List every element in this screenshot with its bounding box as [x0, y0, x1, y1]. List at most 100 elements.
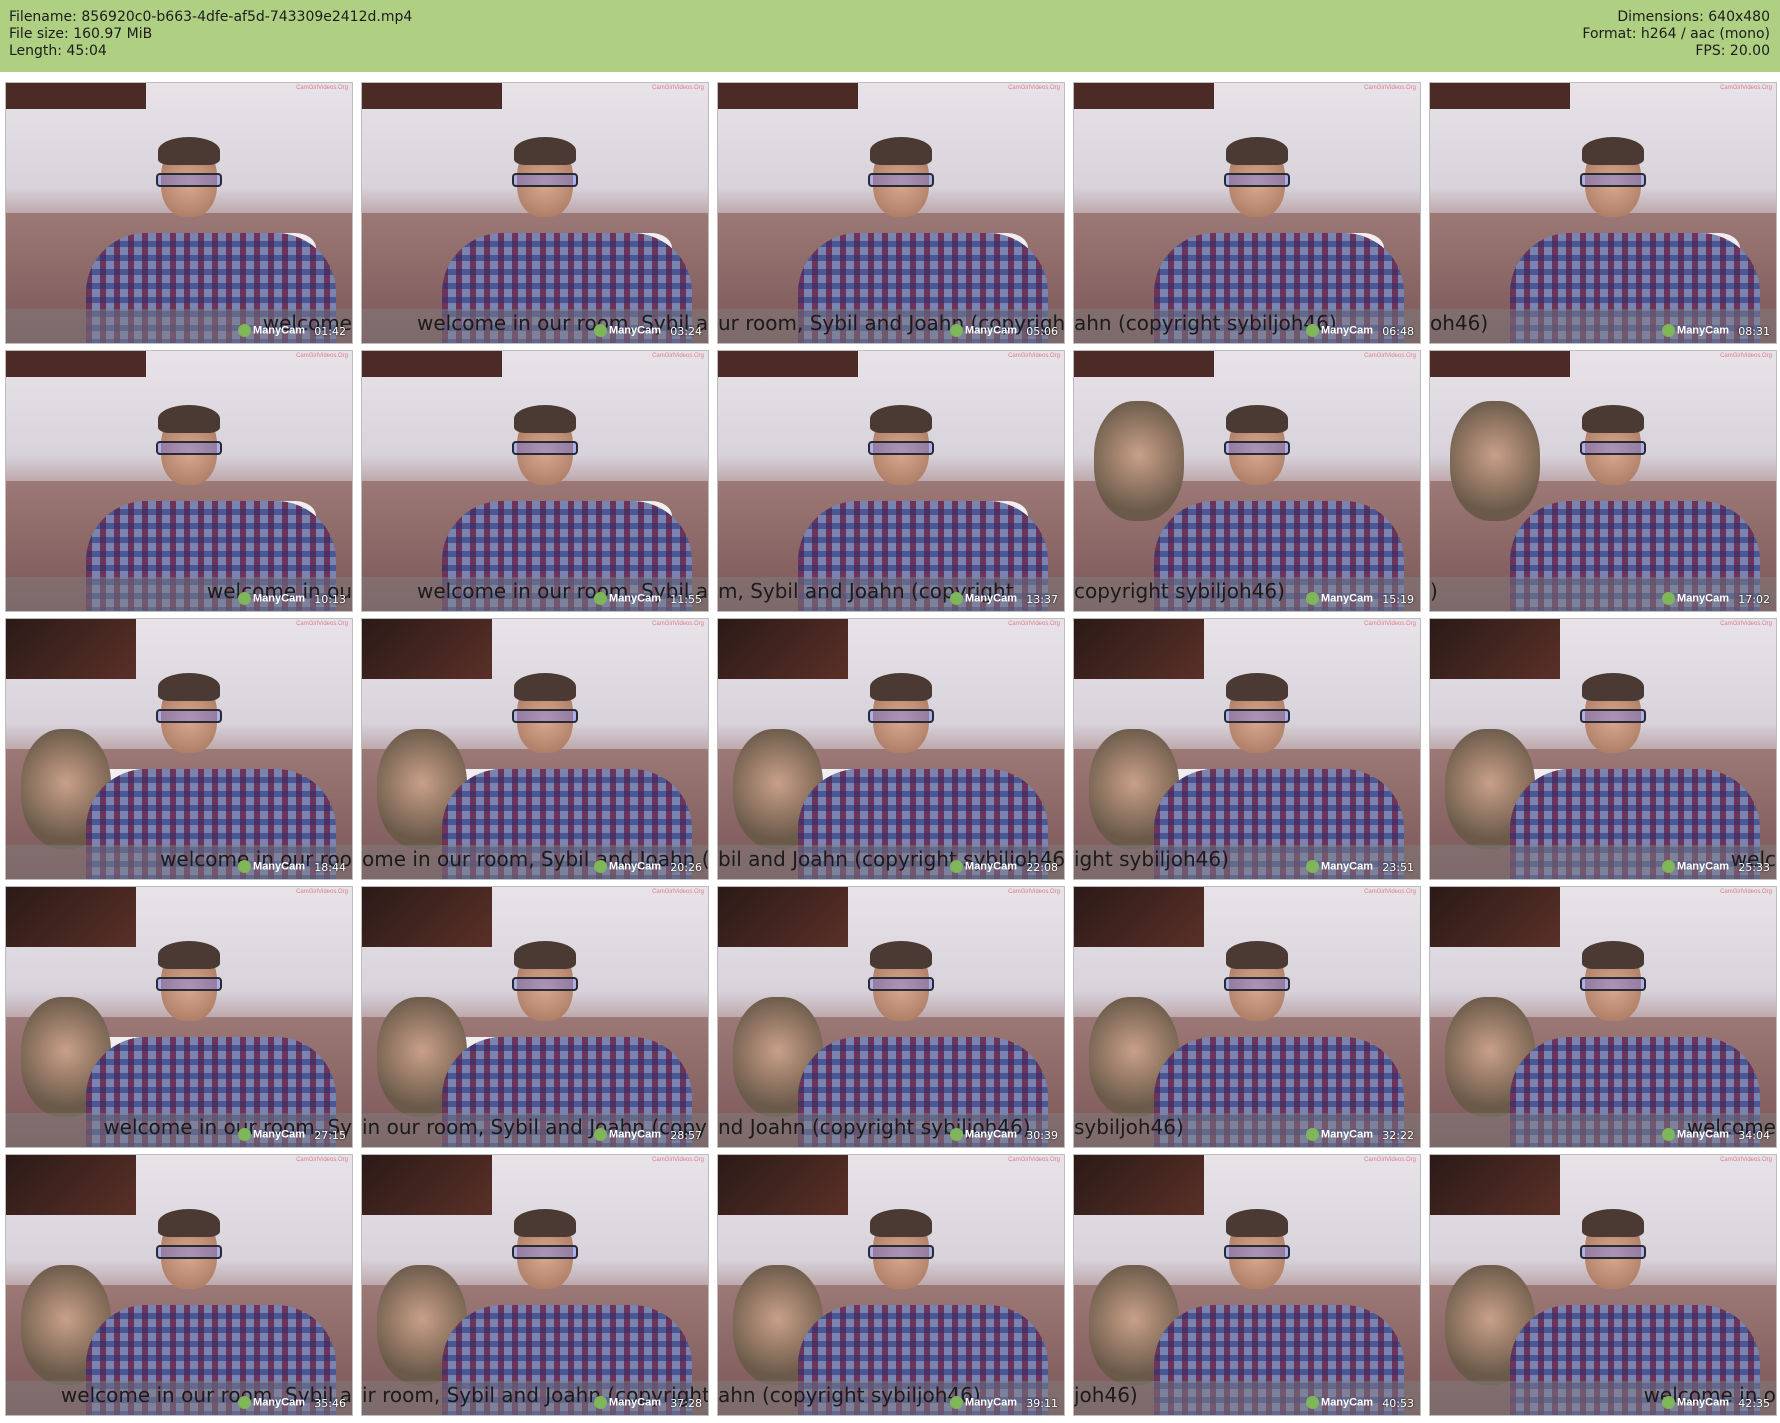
video-thumbnail[interactable]: CamGirlVideos.Org welcome ManyCam 34:04 [1429, 886, 1777, 1148]
wall-painting [6, 83, 146, 109]
dimensions-value: 640x480 [1708, 9, 1770, 25]
globe-icon [950, 1396, 964, 1409]
video-thumbnail[interactable]: CamGirlVideos.Org welcome in our room, Sy… [361, 82, 709, 344]
site-watermark: CamGirlVideos.Org [1008, 353, 1060, 359]
fps-row: FPS: 20.00 [1582, 43, 1770, 60]
hair [1226, 1209, 1288, 1237]
length-value: 45:04 [66, 43, 107, 59]
wall-painting [1074, 83, 1214, 109]
man-figure [848, 1209, 948, 1325]
video-thumbnail[interactable]: CamGirlVideos.Org) ManyCam 17:02 [1429, 350, 1777, 612]
globe-icon [1662, 1396, 1676, 1409]
glasses [868, 709, 934, 723]
manycam-logo: ManyCam [1306, 860, 1373, 873]
wall-painting [1430, 887, 1560, 947]
scrolling-caption-text: welcome in our room, Sybil a [417, 311, 709, 335]
fps-label: FPS: [1695, 43, 1726, 59]
globe-icon [1306, 324, 1320, 337]
video-thumbnail[interactable]: CamGirlVideos.Org welcome in o ManyCam 42:3… [1429, 1154, 1777, 1416]
site-watermark: CamGirlVideos.Org [652, 353, 704, 359]
manycam-logo: ManyCam [1306, 1128, 1373, 1141]
glasses [156, 441, 222, 455]
video-thumbnail[interactable]: CamGirlVideos.Org welc ManyCam 25:33 [1429, 618, 1777, 880]
site-watermark: CamGirlVideos.Org [1364, 621, 1416, 627]
man-figure [1560, 673, 1660, 789]
scrolling-caption-text: oh46) [1430, 311, 1489, 335]
site-watermark: CamGirlVideos.Org [652, 621, 704, 627]
timestamp: 34:04 [1738, 1129, 1770, 1142]
video-thumbnail[interactable]: CamGirlVideos.Org copyright sybiljoh46) Ma… [1073, 350, 1421, 612]
video-thumbnail[interactable]: CamGirlVideos.Org ir room, Sybil and Joah… [361, 1154, 709, 1416]
scrolling-caption-text: ) [1430, 579, 1438, 603]
wall-painting [1074, 351, 1214, 377]
manycam-logo: ManyCam [1662, 860, 1729, 873]
hair [870, 673, 932, 701]
timestamp: 27:15 [314, 1129, 346, 1142]
timestamp: 37:28 [670, 1397, 702, 1410]
site-watermark: CamGirlVideos.Org [1720, 85, 1772, 91]
filesize-value: 160.97 MiB [73, 26, 153, 42]
video-thumbnail[interactable]: CamGirlVideos.Org m, Sybil and Joahn (cop… [717, 350, 1065, 612]
scrolling-caption-text: ight sybiljoh46) [1074, 847, 1229, 871]
video-thumbnail[interactable]: CamGirlVideos.Org welcome in our room, Sy… [361, 350, 709, 612]
video-thumbnail[interactable]: CamGirlVideos.Org nd Joahn (copyright syb… [717, 886, 1065, 1148]
man-figure [492, 137, 592, 253]
video-thumbnail[interactable]: CamGirlVideos.Org sybiljoh46) ManyCam 32:22 [1073, 886, 1421, 1148]
glasses [156, 977, 222, 991]
timestamp: 06:48 [1382, 325, 1414, 338]
glasses [156, 173, 222, 187]
globe-icon [238, 860, 252, 873]
man-figure [1204, 137, 1304, 253]
man-figure [848, 673, 948, 789]
hair [158, 1209, 220, 1237]
video-thumbnail[interactable]: CamGirlVideos.Org ahn (copyright sybiljoh… [1073, 82, 1421, 344]
timestamp: 42:35 [1738, 1397, 1770, 1410]
hair [514, 941, 576, 969]
filename-value: 856920c0-b663-4dfe-af5d-743309e2412d.mp4 [81, 9, 413, 25]
hair [158, 673, 220, 701]
man-figure [136, 673, 236, 789]
timestamp: 08:31 [1738, 325, 1770, 338]
wall-painting [362, 619, 492, 679]
timestamp: 18:44 [314, 861, 346, 874]
dimensions-label: Dimensions: [1617, 9, 1704, 25]
manycam-logo: ManyCam [1306, 592, 1373, 605]
video-thumbnail[interactable]: CamGirlVideos.Org ur room, Sybil and Joah… [717, 82, 1065, 344]
hair [514, 405, 576, 433]
video-thumbnail[interactable]: CamGirlVideos.Org ight sybiljoh46) ManyCam… [1073, 618, 1421, 880]
woman-figure [1450, 401, 1540, 521]
video-thumbnail[interactable]: CamGirlVideos.Org in our room, Sybil and … [361, 886, 709, 1148]
globe-icon [238, 1396, 252, 1409]
man-figure [848, 137, 948, 253]
globe-icon [238, 324, 252, 337]
man-figure [492, 941, 592, 1057]
glasses [156, 709, 222, 723]
video-thumbnail[interactable]: CamGirlVideos.Org welcome in our roo ManyC… [5, 618, 353, 880]
scrolling-caption-text: welcome in our room, Sybil a [60, 1383, 352, 1407]
globe-icon [1306, 592, 1320, 605]
video-thumbnail[interactable]: CamGirlVideos.Org welcome ManyCam 01:42 [5, 82, 353, 344]
site-watermark: CamGirlVideos.Org [1364, 1157, 1416, 1163]
manycam-logo: ManyCam [238, 1128, 305, 1141]
globe-icon [594, 860, 608, 873]
manycam-logo: ManyCam [1662, 1128, 1729, 1141]
glasses [1580, 1245, 1646, 1259]
video-thumbnail[interactable]: CamGirlVideos.Org ahn (copyright sybiljoh… [717, 1154, 1065, 1416]
video-thumbnail[interactable]: CamGirlVideos.Org ome in our room, Sybil … [361, 618, 709, 880]
timestamp: 03:24 [670, 325, 702, 338]
video-thumbnail[interactable]: CamGirlVideos.Org welcome in ou ManyCam 10:… [5, 350, 353, 612]
globe-icon [1662, 592, 1676, 605]
hair [1226, 405, 1288, 433]
video-thumbnail[interactable]: CamGirlVideos.Org bil and Joahn (copyrigh… [717, 618, 1065, 880]
video-thumbnail[interactable]: CamGirlVideos.Org oh46) ManyCam 08:31 [1429, 82, 1777, 344]
video-thumbnail[interactable]: CamGirlVideos.Org welcome in our room, Sy… [5, 886, 353, 1148]
video-thumbnail[interactable]: CamGirlVideos.Org welcome in our room, Sy… [5, 1154, 353, 1416]
file-meta-right: Dimensions: 640x480 Format: h264 / aac (… [1582, 9, 1770, 60]
timestamp: 13:37 [1026, 593, 1058, 606]
site-watermark: CamGirlVideos.Org [296, 353, 348, 359]
manycam-logo: ManyCam [594, 1396, 661, 1409]
wall-painting [718, 351, 858, 377]
video-thumbnail[interactable]: CamGirlVideos.Org joh46) ManyCam 40:53 [1073, 1154, 1421, 1416]
man-figure [1560, 137, 1660, 253]
wall-painting [1074, 619, 1204, 679]
